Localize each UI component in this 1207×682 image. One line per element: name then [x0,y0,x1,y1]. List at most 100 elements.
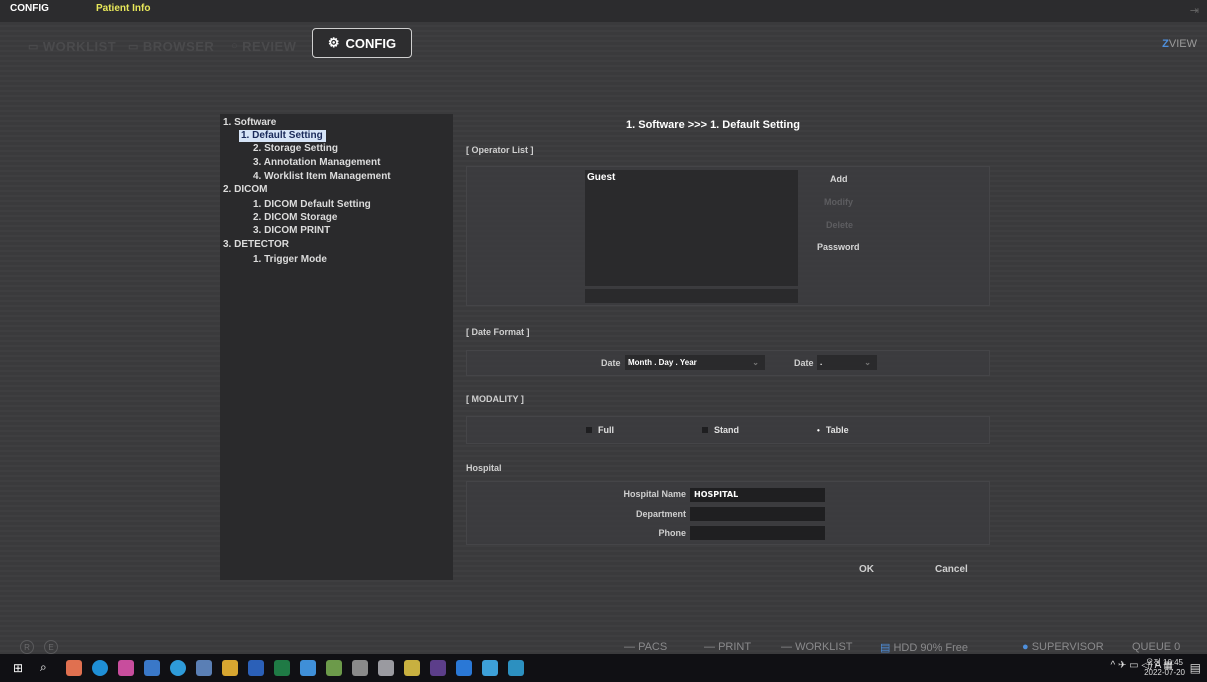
r-status-indicator: R [20,640,34,654]
app-icon-7[interactable] [300,660,316,676]
edge-icon[interactable] [92,660,108,676]
tab-worklist-label: WORKLIST [42,38,117,54]
taskbar-clock[interactable]: 오전 10:45 2022-07-20 [1144,658,1185,678]
excel-icon[interactable] [274,660,290,676]
tree-item-dicom-print[interactable]: 3. DICOM PRINT [253,225,330,237]
date-separator-label: Date [794,358,814,368]
operator-list[interactable] [585,170,798,286]
mail-icon[interactable] [482,660,498,676]
modality-radio-full[interactable]: Full [586,425,614,435]
notification-icon[interactable]: ▤ [1190,661,1201,675]
title-bar [0,0,1207,22]
password-button[interactable]: Password [817,242,860,252]
windows-start-icon[interactable]: ⊞ [13,661,23,675]
search-icon: ○ [231,40,239,52]
tree-item-trigger-mode[interactable]: 1. Trigger Mode [253,254,327,266]
date-format-section-label: [ Date Format ] [466,327,530,337]
hdd-icon: ▤ [880,642,891,654]
app-icon-12[interactable] [430,660,446,676]
pacs-status: — PACS [624,641,668,653]
tab-review[interactable]: ○ REVIEW [231,36,296,56]
date-separator-value: . [820,358,823,367]
tab-review-label: REVIEW [242,38,297,54]
word-icon[interactable] [248,660,264,676]
hospital-name-field[interactable]: HOSPITAL [690,488,825,502]
app-icon-3[interactable] [144,660,160,676]
modality-table-label: Table [825,425,849,435]
hospital-section-label: Hospital [466,463,502,473]
tree-category-detector[interactable]: 3. DETECTOR [223,239,289,251]
taskbar-time: 오전 10:45 [1146,658,1184,667]
patient-info-link[interactable]: Patient Info [96,3,150,14]
app-title: CONFIG [10,3,49,14]
app-icon-6[interactable] [222,660,238,676]
app-icon-5[interactable] [196,660,212,676]
operator-section-label: [ Operator List ] [466,145,534,155]
phone-label: Phone [658,528,686,538]
tree-item-dicom-storage[interactable]: 2. DICOM Storage [253,212,337,224]
app-icon-13[interactable] [456,660,472,676]
chevron-down-icon: ⌄ [752,358,759,367]
hdd-status: ▤ HDD 90% Free [880,642,969,654]
app-icon-1[interactable] [66,660,82,676]
tree-item-worklist-item-management[interactable]: 4. Worklist Item Management [253,171,391,183]
tab-worklist[interactable]: ▭ WORKLIST [28,36,116,56]
modality-full-label: Full [598,425,614,435]
queue-status: QUEUE 0 [1132,641,1181,653]
radio-indicator [702,427,708,433]
date-format-select[interactable]: Month . Day . Year ⌄ [625,355,765,370]
zview-logo: ZVIEW [1162,38,1197,50]
folder-icon: ▭ [28,40,39,53]
search-icon[interactable]: ⌕ [40,660,47,675]
tree-category-dicom[interactable]: 2. DICOM [223,184,267,196]
gear-icon: ⚙ [327,35,340,50]
cancel-button[interactable]: Cancel [935,564,968,575]
tab-browser-label: BROWSER [142,38,215,54]
user-icon: ● [1022,641,1029,653]
chevron-down-icon: ⌄ [864,358,871,367]
e-status-indicator: E [44,640,58,654]
tab-browser[interactable]: ▭ BROWSER [128,36,214,56]
settings-tree: 1. Software 1. Default Setting 2. Storag… [220,114,453,580]
tree-item-dicom-default-setting[interactable]: 1. DICOM Default Setting [253,199,371,211]
phone-field[interactable] [690,526,825,540]
app-icon-11[interactable] [404,660,420,676]
tree-item-annotation-management[interactable]: 3. Annotation Management [253,157,380,169]
print-status: — PRINT [704,641,752,653]
date-format-label: Date [601,358,621,368]
delete-button[interactable]: Delete [826,220,853,230]
modify-button[interactable]: Modify [824,197,853,207]
department-label: Department [635,509,686,519]
hospital-name-label: Hospital Name [623,489,686,499]
tree-item-storage-setting[interactable]: 2. Storage Setting [253,143,338,155]
user-status: ● SUPERVISOR [1022,641,1104,653]
worklist-status: — WORKLIST [781,641,853,653]
taskbar-date: 2022-07-20 [1144,668,1185,677]
tab-config-label: CONFIG [345,35,397,51]
radio-indicator [586,427,592,433]
zview-app-icon[interactable] [508,660,524,676]
operator-input[interactable] [585,289,798,303]
exit-icon[interactable]: ⇥ [1190,4,1199,17]
date-format-value: Month . Day . Year [628,358,697,367]
modality-radio-stand[interactable]: Stand [702,425,739,435]
modality-radio-table[interactable]: • Table [817,425,849,435]
app-icon-8[interactable] [326,660,342,676]
page-title: 1. Software >>> 1. Default Setting [626,119,800,131]
department-field[interactable] [690,507,825,521]
app-icon-4[interactable] [170,660,186,676]
add-button[interactable]: Add [830,174,848,184]
modality-stand-label: Stand [714,425,740,435]
tree-category-software[interactable]: 1. Software [223,117,276,129]
app-icon-2[interactable] [118,660,134,676]
tree-item-default-setting[interactable]: 1. Default Setting [239,130,326,142]
radio-selected-indicator: • [817,425,820,435]
app-icon-9[interactable] [352,660,368,676]
date-separator-select[interactable]: . ⌄ [817,355,877,370]
tab-config[interactable]: ⚙ CONFIG [312,28,412,58]
folder-icon: ▭ [128,40,139,53]
ok-button[interactable]: OK [859,564,874,575]
modality-section-label: [ MODALITY ] [466,394,524,404]
app-icon-10[interactable] [378,660,394,676]
list-item[interactable]: Guest [587,172,615,183]
